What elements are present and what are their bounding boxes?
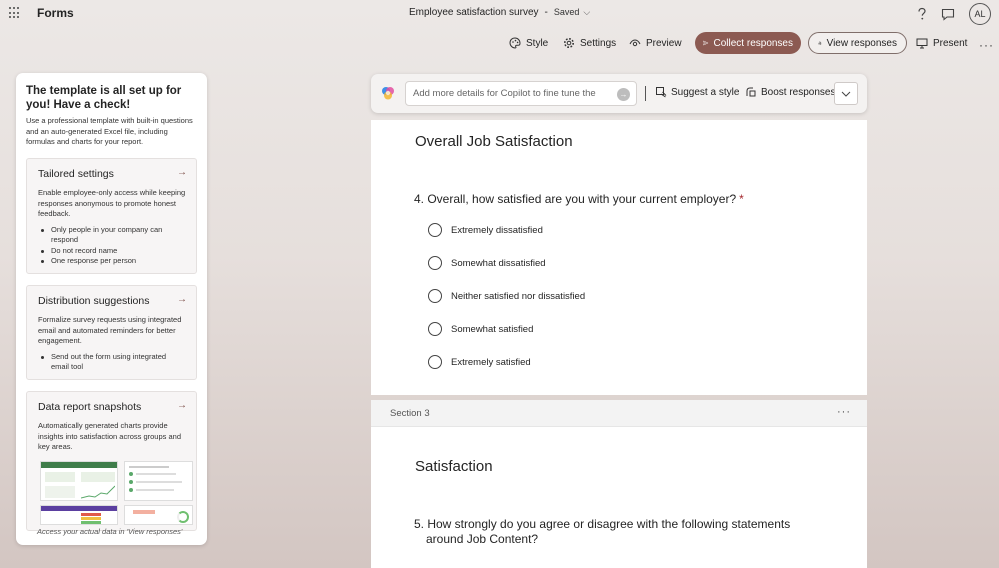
send-arrow-icon[interactable]: → — [617, 88, 630, 101]
section-title: Satisfaction — [415, 458, 493, 475]
card-distribution-suggestions[interactable]: Distribution suggestions → Formalize sur… — [26, 285, 197, 380]
document-title[interactable]: Employee satisfaction survey — [409, 7, 539, 18]
copilot-bar: Add more details for Copilot to fine tun… — [371, 74, 867, 113]
list-item: Do not record name — [38, 246, 186, 257]
option-label: Extremely satisfied — [451, 356, 531, 368]
report-thumbnail — [124, 461, 193, 501]
present-label: Present — [933, 37, 968, 49]
option-label: Neither satisfied nor dissatisfied — [451, 290, 586, 302]
preview-label: Preview — [646, 37, 682, 49]
palette-icon — [509, 37, 521, 49]
question-text: 4. Overall, how satisfied are you with y… — [414, 192, 737, 206]
style-label: Style — [526, 37, 549, 49]
form-section-card: Satisfaction 5. How strongly do you agre… — [371, 427, 867, 568]
preview-button[interactable]: Preview — [629, 32, 682, 54]
arrow-right-icon[interactable]: → — [177, 400, 187, 411]
option-label: Somewhat dissatisfied — [451, 257, 546, 269]
radio-button[interactable] — [428, 256, 442, 270]
divider — [645, 86, 646, 101]
copilot-placeholder: Add more details for Copilot to fine tun… — [413, 88, 596, 99]
title-separator: - — [544, 7, 548, 18]
copilot-prompt-input[interactable]: Add more details for Copilot to fine tun… — [405, 81, 637, 106]
chevron-down-icon[interactable]: ⌵ — [583, 7, 590, 17]
present-button[interactable]: Present — [916, 32, 967, 54]
section-title: Overall Job Satisfaction — [415, 133, 573, 150]
question-text-continued: around Job Content? — [426, 532, 539, 546]
card-title: Distribution suggestions — [38, 295, 150, 307]
card-tailored-settings[interactable]: Tailored settings → Enable employee-only… — [26, 158, 197, 274]
template-info-panel: The template is all set up for you! Have… — [16, 73, 207, 545]
list-item: One response per person — [38, 256, 186, 267]
help-icon[interactable] — [915, 7, 929, 21]
eye-icon — [629, 39, 641, 47]
document-title-area[interactable]: Employee satisfaction survey - Saved ⌵ — [409, 7, 590, 18]
send-icon — [703, 40, 709, 46]
form-toolbar: Style Settings Preview Collect responses… — [0, 32, 999, 54]
boost-responses-label: Boost responses — [761, 86, 836, 98]
report-thumbnail — [124, 505, 193, 525]
radio-button[interactable] — [428, 289, 442, 303]
radio-button[interactable] — [428, 322, 442, 336]
radio-option[interactable]: Somewhat satisfied — [428, 322, 533, 336]
style-brush-icon — [656, 87, 667, 98]
report-thumbnail — [40, 505, 118, 525]
radio-option[interactable]: Somewhat dissatisfied — [428, 256, 546, 270]
feedback-icon[interactable] — [941, 7, 955, 21]
present-icon — [916, 38, 928, 49]
boost-responses-button[interactable]: Boost responses — [745, 86, 836, 98]
option-label: Extremely dissatisfied — [451, 224, 543, 236]
app-name[interactable]: Forms — [37, 6, 74, 20]
panel-footer: Access your actual data in 'View respons… — [37, 527, 183, 536]
radio-button[interactable] — [428, 355, 442, 369]
style-button[interactable]: Style — [509, 32, 548, 54]
save-status: Saved — [553, 7, 580, 17]
question-title[interactable]: 5. How strongly do you agree or disagree… — [414, 517, 790, 547]
card-description: Formalize survey requests using integrat… — [38, 315, 182, 345]
suggest-style-button[interactable]: Suggest a style — [655, 86, 739, 98]
section-header[interactable]: Section 3 ··· — [371, 400, 867, 427]
settings-label: Settings — [580, 37, 617, 49]
settings-button[interactable]: Settings — [563, 32, 616, 54]
radio-option[interactable]: Extremely dissatisfied — [428, 223, 543, 237]
radio-button[interactable] — [428, 223, 442, 237]
card-title: Tailored settings — [38, 168, 114, 180]
gear-icon — [564, 38, 574, 48]
report-thumbnail — [40, 461, 118, 501]
section-label: Section 3 — [390, 408, 430, 419]
suggest-style-label: Suggest a style — [671, 86, 740, 98]
chart-icon — [818, 41, 822, 45]
chevron-down-icon[interactable] — [834, 82, 858, 105]
view-responses-button[interactable]: View responses — [808, 32, 907, 54]
copilot-icon — [382, 87, 394, 100]
card-title: Data report snapshots — [38, 401, 142, 413]
radio-option[interactable]: Extremely satisfied — [428, 355, 531, 369]
option-label: Somewhat satisfied — [451, 323, 534, 335]
card-description: Enable employee-only access while keepin… — [38, 188, 186, 218]
panel-description: Use a professional template with built-i… — [26, 116, 193, 146]
arrow-right-icon[interactable]: → — [177, 294, 187, 305]
app-launcher-icon[interactable] — [9, 7, 21, 19]
report-thumbnails — [40, 461, 193, 525]
top-bar: Forms Employee satisfaction survey - Saved… — [0, 0, 999, 26]
radio-option[interactable]: Neither satisfied nor dissatisfied — [428, 289, 585, 303]
question-text: 5. How strongly do you agree or disagree… — [414, 517, 791, 531]
form-section-card: Overall Job Satisfaction 4. Overall, how… — [371, 120, 867, 395]
arrow-right-icon[interactable]: → — [177, 167, 187, 178]
avatar[interactable]: AL — [969, 3, 991, 25]
question-title[interactable]: 4. Overall, how satisfied are you with y… — [414, 192, 744, 207]
collect-responses-button[interactable]: Collect responses — [695, 32, 801, 54]
panel-title: The template is all set up for you! Have… — [26, 85, 182, 111]
card-data-report-snapshots[interactable]: Data report snapshots → Automatically ge… — [26, 391, 197, 531]
view-responses-label: View responses — [826, 37, 897, 49]
more-icon[interactable]: ··· — [979, 38, 994, 52]
boost-icon — [746, 87, 756, 97]
list-item: Send out the form using integrated email… — [38, 352, 186, 373]
required-marker: * — [739, 192, 744, 206]
collect-responses-label: Collect responses — [713, 37, 793, 49]
more-icon[interactable]: ··· — [837, 406, 851, 418]
list-item: Only people in your company can respond — [38, 225, 186, 246]
card-description: Automatically generated charts provide i… — [38, 421, 181, 451]
